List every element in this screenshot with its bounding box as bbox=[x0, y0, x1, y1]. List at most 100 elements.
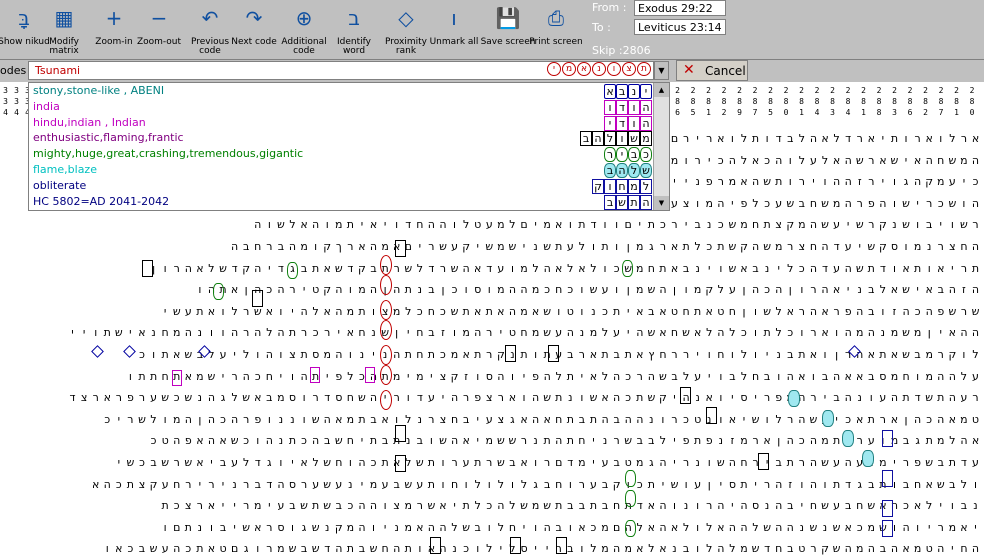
code-letter-marker: מ bbox=[628, 178, 640, 194]
letter-highlight bbox=[842, 430, 854, 447]
column-number: 8 bbox=[675, 97, 680, 106]
letter-highlight bbox=[252, 290, 263, 307]
column-number: 1 bbox=[706, 108, 711, 117]
print-screen-icon: ⎙ bbox=[548, 6, 564, 30]
letter-highlight bbox=[380, 390, 392, 410]
column-number: 4 bbox=[845, 108, 851, 117]
column-number: 2 bbox=[752, 86, 758, 95]
column-number: 2 bbox=[814, 86, 820, 95]
code-letter-marker: ב bbox=[628, 147, 640, 163]
column-number: 8 bbox=[938, 97, 944, 106]
previous-code-button[interactable]: ↶ Previous code bbox=[186, 0, 234, 59]
matrix-row: לוקרמבשאתאהרןואתבניולוחויררחץאתבתארבעתות… bbox=[139, 348, 979, 361]
code-letter-marker: ב bbox=[580, 131, 592, 147]
code-list-item[interactable]: obliterate bbox=[33, 179, 86, 193]
zoom-in-icon: + bbox=[105, 6, 123, 30]
code-letter-marker: ת bbox=[628, 194, 640, 210]
letter-highlight bbox=[310, 367, 320, 383]
column-number: 4 bbox=[14, 108, 19, 117]
column-number: 2 bbox=[690, 86, 696, 95]
code-letter-marker: ה bbox=[640, 194, 652, 210]
code-list-item[interactable]: mighty,huge,great,crashing,tremendous,gi… bbox=[33, 147, 303, 161]
letter-highlight bbox=[548, 345, 559, 362]
column-number: 2 bbox=[721, 86, 727, 95]
code-list-item[interactable]: hindu,indian , Indian bbox=[33, 116, 146, 130]
code-list-item[interactable]: india bbox=[33, 100, 60, 114]
code-letter-marker: ש bbox=[628, 131, 640, 147]
next-code-button[interactable]: ↷ Next code bbox=[230, 0, 278, 59]
proximity-rank-button[interactable]: ◇ Proximity rank bbox=[382, 0, 430, 59]
code-letter-marker: ו bbox=[616, 131, 628, 147]
unmark-all-button[interactable]: ו Unmark all bbox=[430, 0, 479, 59]
column-number: 2 bbox=[938, 86, 944, 95]
codes-bar: odes : Tsunami ימאנוצת ▼ ✕ Cancel bbox=[0, 60, 984, 82]
column-number: 8 bbox=[876, 97, 882, 106]
letter-highlight bbox=[395, 455, 406, 472]
zoom-in-button[interactable]: + Zoom-in bbox=[90, 0, 138, 59]
column-number: 3 bbox=[14, 86, 19, 95]
print-screen-button[interactable]: ⎙ Print screen bbox=[529, 0, 582, 59]
code-dropdown-list[interactable]: ▲ ▼ stony,stone-like , ABENI india hindu,i… bbox=[28, 82, 670, 211]
additional-code-icon: ⊕ bbox=[295, 6, 313, 30]
letter-highlight bbox=[380, 345, 392, 365]
code-letter-marker: ר bbox=[604, 147, 616, 163]
matrix-row: שרשפהכהזובהפראהראלשוןחטאתחטאבאיתכנוטושאמ… bbox=[163, 304, 980, 318]
code-letter-marker: ב bbox=[604, 194, 616, 210]
matrix-row: הזהבאישאלבניאהרוןהכהןעלקמוןהשמןועשוכחכמה… bbox=[198, 283, 980, 297]
code-list-item[interactable]: HC 5802=AD 2041-2042 bbox=[33, 195, 169, 209]
save-screen-button[interactable]: 💾 Save screen bbox=[481, 0, 536, 59]
matrix-row: החצרנמוסקשיעדהחצרמשהקשתכלתארגמןותולעתשני… bbox=[231, 240, 980, 253]
column-number: 8 bbox=[892, 97, 897, 106]
letter-highlight bbox=[505, 345, 516, 362]
code-letter-marker: ח bbox=[616, 178, 628, 194]
column-number: 1 bbox=[861, 108, 866, 117]
column-number: 8 bbox=[876, 108, 882, 117]
identify-word-icon: ב bbox=[348, 6, 360, 30]
dropdown-scrollbar[interactable]: ▲ ▼ bbox=[653, 83, 669, 210]
code-letter-marker: מ bbox=[640, 131, 652, 147]
code-list-item[interactable]: enthusiastic,flaming,frantic bbox=[33, 131, 184, 145]
column-number: 8 bbox=[923, 97, 928, 106]
code-letter-marker: ו bbox=[604, 99, 616, 115]
column-number: 2 bbox=[969, 86, 975, 95]
column-number: 8 bbox=[845, 97, 851, 106]
letter-highlight bbox=[213, 283, 224, 300]
show-nikud-icon: בָּ bbox=[18, 6, 30, 30]
print-screen-label: Print screen bbox=[529, 37, 583, 47]
scroll-up-icon[interactable]: ▲ bbox=[654, 83, 669, 97]
column-number: 2 bbox=[830, 86, 835, 95]
column-number: 1 bbox=[799, 108, 804, 117]
code-letter-marker: ה bbox=[640, 115, 652, 131]
column-number: 2 bbox=[783, 86, 789, 95]
column-number: 8 bbox=[783, 97, 789, 106]
code-letter-marker: ל bbox=[604, 131, 616, 147]
dropdown-toggle-button[interactable]: ▼ bbox=[654, 61, 669, 80]
matrix-row: עלההמוחמסבאאהבואהובחלבויעלבשהרכהלאיתלהפי… bbox=[128, 369, 979, 383]
modify-matrix-button[interactable]: ▦ Modify matrix bbox=[40, 0, 88, 59]
code-list-item[interactable]: flame,blaze bbox=[33, 163, 97, 177]
letter-highlight bbox=[788, 390, 800, 407]
from-field[interactable]: Exodus 29:22 bbox=[634, 0, 726, 16]
identify-word-button[interactable]: ב Identify word bbox=[330, 0, 378, 59]
code-list-item[interactable]: stony,stone-like , ABENI bbox=[33, 84, 164, 98]
column-number: 8 bbox=[768, 97, 773, 106]
to-field[interactable]: Leviticus 23:14 bbox=[634, 19, 726, 35]
column-number: 2 bbox=[923, 108, 928, 117]
next-code-label: Next code bbox=[231, 37, 277, 47]
to-label: To : bbox=[592, 21, 611, 34]
matrix-row: ולבשאחבותבגדתוהוזהריתסיןעושיתכוקבערוחבגל… bbox=[92, 477, 977, 491]
scroll-down-icon[interactable]: ▼ bbox=[654, 196, 669, 210]
column-number: 2 bbox=[768, 86, 773, 95]
code-letter-marker: ש bbox=[640, 163, 652, 178]
letter-highlight bbox=[287, 262, 298, 279]
column-number: 8 bbox=[861, 97, 866, 106]
letter-highlight bbox=[882, 500, 893, 517]
letter-highlight bbox=[882, 520, 893, 537]
additional-code-button[interactable]: ⊕ Additional code bbox=[280, 0, 328, 59]
column-number: 8 bbox=[737, 97, 742, 106]
cancel-button[interactable]: ✕ Cancel bbox=[676, 60, 748, 81]
matrix-row: רשויבושנקרשיעשהמקצתחמשכנבירכתיםוודתואמים… bbox=[254, 218, 979, 232]
letter-highlight bbox=[395, 425, 406, 442]
letter-highlight bbox=[822, 410, 834, 427]
zoom-out-button[interactable]: − Zoom-out bbox=[135, 0, 183, 59]
